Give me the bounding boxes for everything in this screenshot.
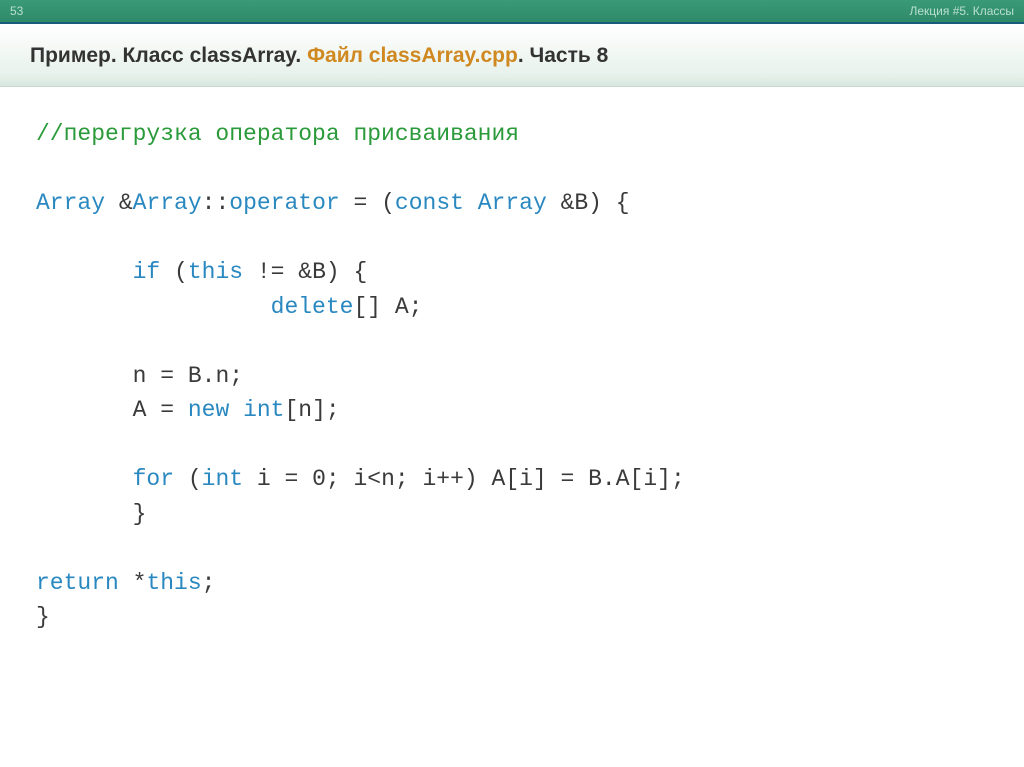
code-a-prefix: A = xyxy=(133,397,188,423)
code-for-kw: for xyxy=(133,466,188,492)
header-bar: 53 Лекция #5. Классы xyxy=(0,0,1024,24)
slide-title: Пример. Класс classArray. Файл classArra… xyxy=(0,24,1024,87)
code-close-brace-1: } xyxy=(133,501,147,527)
code-this-kw: this xyxy=(188,259,257,285)
code-block: //перегрузка оператора присваивания Arra… xyxy=(0,87,1024,665)
code-for-rest: i = 0; i<n; i++) A[i] = B.A[i]; xyxy=(257,466,685,492)
code-if-kw: if xyxy=(133,259,174,285)
code-scope: :: xyxy=(202,190,230,216)
lecture-label: Лекция #5. Классы xyxy=(909,0,1014,22)
code-int-kw: int xyxy=(243,397,284,423)
code-for-open: ( xyxy=(188,466,202,492)
code-close-brace-2: } xyxy=(36,604,50,630)
slide: 53 Лекция #5. Классы Пример. Класс class… xyxy=(0,0,1024,767)
code-const-kw: const xyxy=(395,190,478,216)
title-accent: Файл classArray.cpp xyxy=(307,44,518,67)
code-delete-rest: [] A; xyxy=(353,294,422,320)
code-amp-b: &B) { xyxy=(561,190,630,216)
code-if-cond: != &B) { xyxy=(257,259,367,285)
code-semicolon: ; xyxy=(202,570,216,596)
code-type-array-3: Array xyxy=(478,190,561,216)
code-return-kw: return xyxy=(36,570,133,596)
code-amp: & xyxy=(119,190,133,216)
code-new-rest: [n]; xyxy=(284,397,339,423)
code-eq-open: = ( xyxy=(354,190,395,216)
code-operator-kw: operator xyxy=(229,190,353,216)
page-number: 53 xyxy=(10,0,23,22)
code-star: * xyxy=(133,570,147,596)
title-part-1: Пример. Класс classArray. xyxy=(30,44,307,67)
code-type-array-2: Array xyxy=(133,190,202,216)
title-part-2: . Часть 8 xyxy=(518,44,609,67)
code-int-kw-2: int xyxy=(202,466,257,492)
code-n-assign: n = B.n; xyxy=(133,363,243,389)
code-this-kw-2: this xyxy=(146,570,201,596)
code-comment: //перегрузка оператора присваивания xyxy=(36,121,519,147)
code-type-array: Array xyxy=(36,190,119,216)
code-delete-kw: delete xyxy=(271,294,354,320)
code-if-open: ( xyxy=(174,259,188,285)
code-new-kw: new xyxy=(188,397,243,423)
